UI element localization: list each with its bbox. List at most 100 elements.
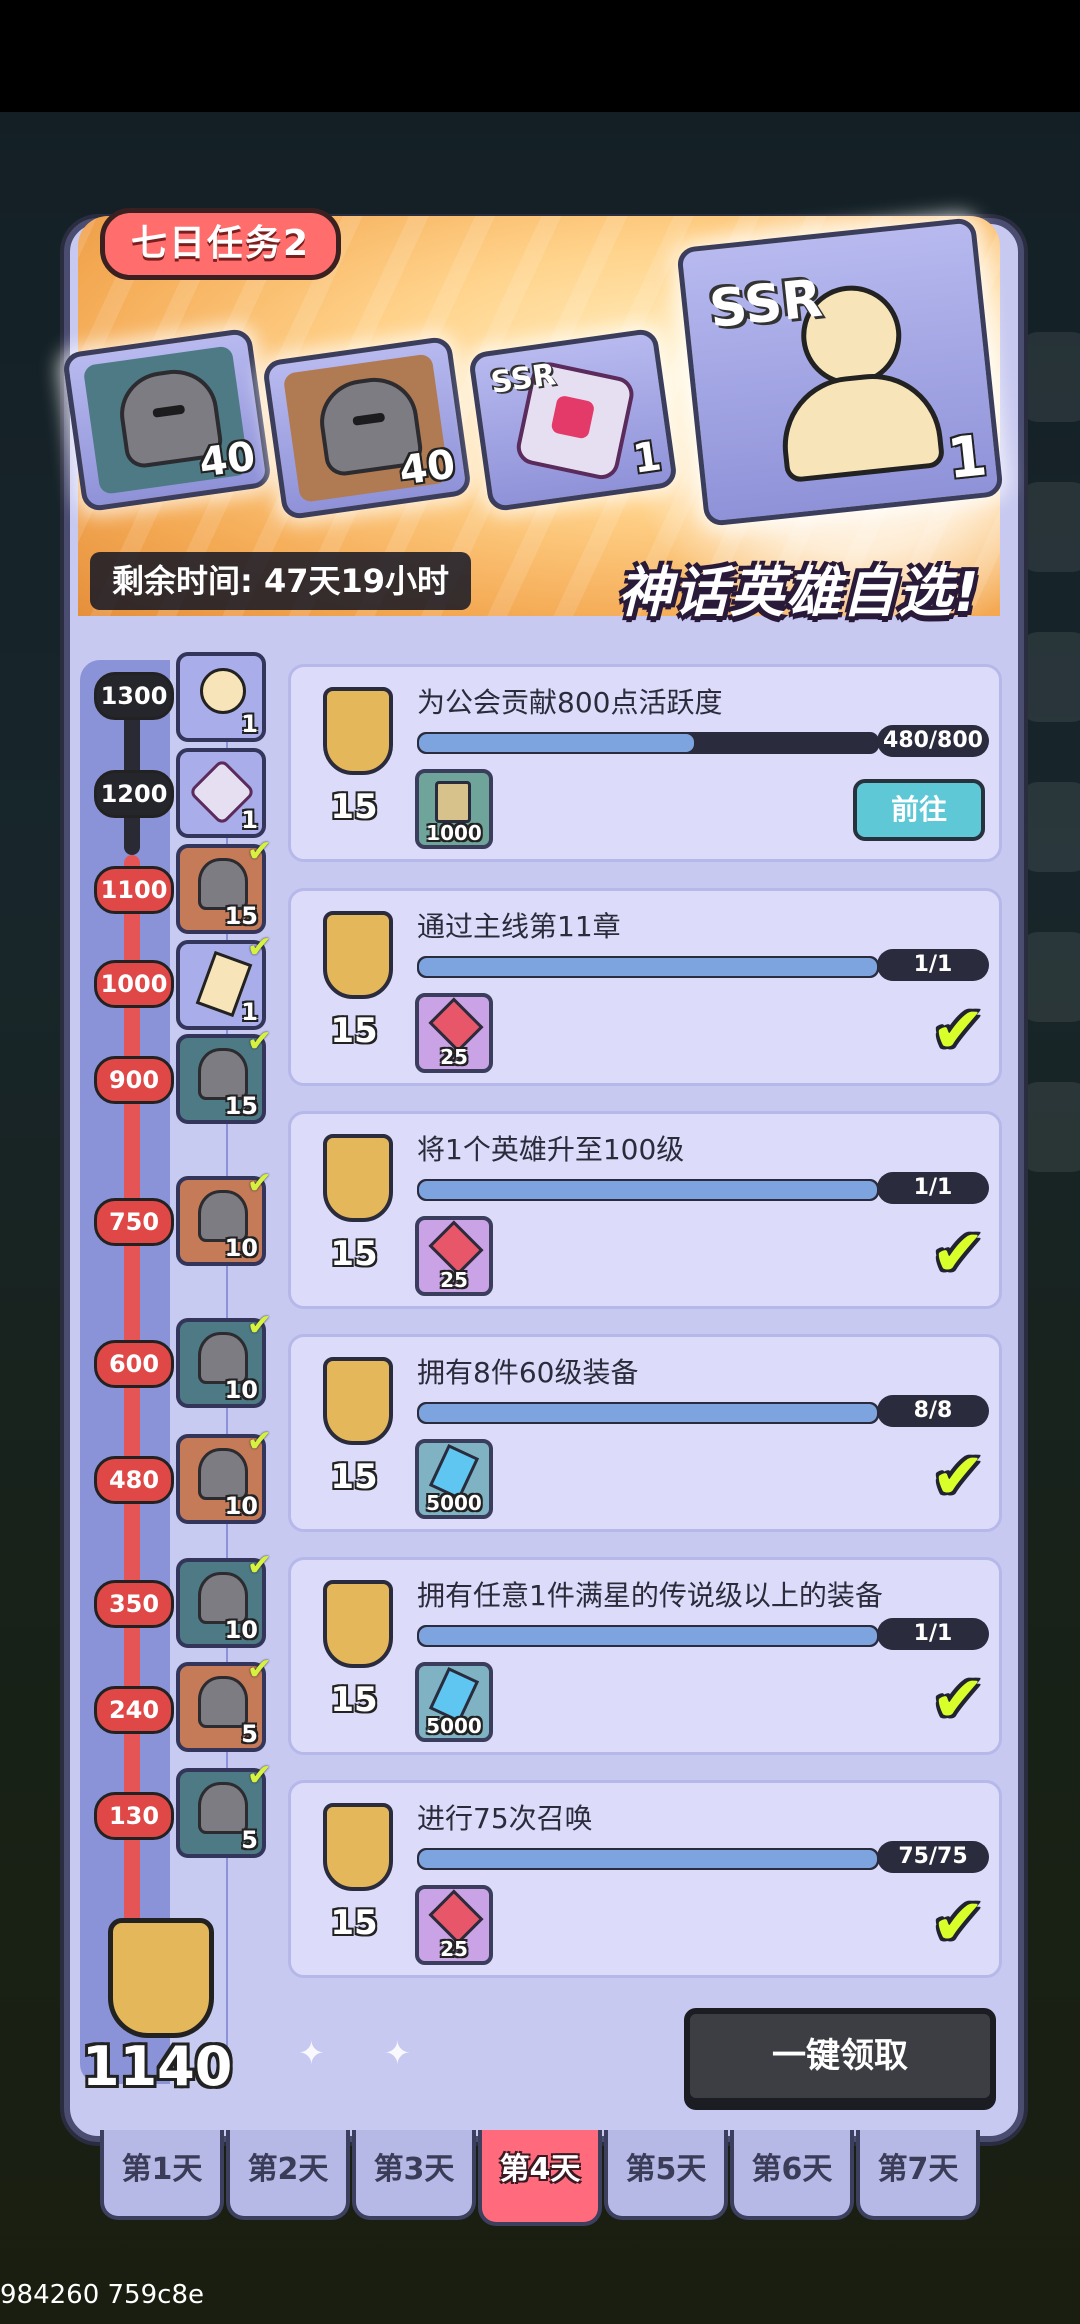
completed-check-icon: ✔ (931, 994, 985, 1068)
mythic-hero-select-slogan: 神话英雄自选! (618, 561, 981, 624)
milestone-reward-240[interactable]: 5 ✔ (176, 1652, 272, 1752)
banner-reward-ssr-dice[interactable]: SSR 1 (467, 327, 679, 513)
task-title: 通过主线第11章 (417, 910, 621, 943)
milestone-label: 1300 (94, 672, 174, 720)
claimed-check-icon: ✔ (246, 1166, 272, 1201)
milestone-reward-130[interactable]: 5 ✔ (176, 1758, 272, 1858)
total-points: 1140 (82, 1918, 232, 2098)
task-points: 15 (309, 901, 399, 1051)
milestone-reward-1100[interactable]: 15 ✔ (176, 834, 272, 934)
task-card: 15 将1个英雄升至100级 1/1 25 ✔ (288, 1111, 1002, 1309)
milestone-reward-900[interactable]: 15 ✔ (176, 1024, 272, 1124)
milestone-label: 1100 (94, 866, 174, 914)
task-card: 15 为公会贡献800点活跃度 480/800 1000 前往 (288, 664, 1002, 862)
task-points: 15 (309, 1347, 399, 1497)
tab-day-3[interactable]: 第3天 (352, 2130, 476, 2220)
task-progress-bar (417, 1402, 879, 1424)
milestone-label: 480 (94, 1456, 174, 1504)
task-reward[interactable]: 25 (415, 993, 493, 1073)
task-progress-count: 1/1 (877, 949, 989, 981)
completed-check-icon: ✔ (931, 1886, 985, 1960)
trophy-icon (323, 1134, 393, 1222)
milestone-label: 350 (94, 1580, 174, 1628)
task-title: 将1个英雄升至100级 (417, 1133, 685, 1166)
task-reward[interactable]: 1000 (415, 769, 493, 849)
trophy-icon (323, 687, 393, 775)
panel-title: 七日任务2 (100, 208, 342, 280)
milestone-reward-1300[interactable]: 1 (176, 652, 266, 742)
milestone-label: 240 (94, 1686, 174, 1734)
milestone-reward-480[interactable]: 10 ✔ (176, 1424, 272, 1524)
trophy-icon (108, 1918, 214, 2038)
banner-reward-gold-helmet[interactable]: 40 (261, 335, 473, 521)
task-progress-count: 480/800 (877, 725, 989, 757)
milestone-reward-1000[interactable]: 1 ✔ (176, 930, 272, 1030)
task-progress-bar (417, 1179, 879, 1201)
claimed-check-icon: ✔ (246, 1424, 272, 1459)
task-progress-bar (417, 1625, 879, 1647)
task-card: 15 通过主线第11章 1/1 25 ✔ (288, 888, 1002, 1086)
milestone-reward-750[interactable]: 10 ✔ (176, 1166, 272, 1266)
task-title: 拥有任意1件满星的传说级以上的装备 (417, 1579, 883, 1612)
task-points: 15 (309, 677, 399, 827)
task-reward[interactable]: 25 (415, 1885, 493, 1965)
task-points: 15 (309, 1124, 399, 1274)
sparkle-icon: ✦ (384, 2034, 411, 2072)
task-title: 为公会贡献800点活跃度 (417, 686, 723, 719)
task-progress-bar (417, 732, 879, 754)
tab-day-2[interactable]: 第2天 (226, 2130, 350, 2220)
task-progress-count: 1/1 (877, 1172, 989, 1204)
task-reward[interactable]: 5000 (415, 1662, 493, 1742)
tab-day-6[interactable]: 第6天 (730, 2130, 854, 2220)
task-progress-count: 1/1 (877, 1618, 989, 1650)
milestone-label: 750 (94, 1198, 174, 1246)
completed-check-icon: ✔ (931, 1663, 985, 1737)
task-card: 15 进行75次召唤 75/75 25 ✔ (288, 1780, 1002, 1978)
trophy-icon (323, 1357, 393, 1445)
task-title: 进行75次召唤 (417, 1802, 593, 1835)
claimed-check-icon: ✔ (246, 834, 272, 869)
task-progress-bar (417, 1848, 879, 1870)
day-tabs: 第1天 第2天 第3天 第4天 第5天 第6天 第7天 (100, 2130, 980, 2226)
tab-day-5[interactable]: 第5天 (604, 2130, 728, 2220)
ssr-hero-select-icon (200, 668, 246, 714)
banner-reward-silver-helmet[interactable]: 40 (61, 327, 273, 513)
task-progress-count: 75/75 (877, 1841, 989, 1873)
milestone-label: 1200 (94, 770, 174, 818)
guild-card-icon (435, 781, 471, 823)
footer-id-text: 984260 759c8e (0, 2280, 204, 2310)
completed-check-icon: ✔ (931, 1217, 985, 1291)
remaining-time: 剩余时间: 47天19小时 (90, 552, 472, 610)
task-card: 15 拥有任意1件满星的传说级以上的装备 1/1 5000 ✔ (288, 1557, 1002, 1755)
claim-all-button[interactable]: 一键领取 (684, 2008, 996, 2104)
task-card: 15 拥有8件60级装备 8/8 5000 ✔ (288, 1334, 1002, 1532)
sparkle-icon: ✦ (298, 2034, 325, 2072)
milestone-label: 600 (94, 1340, 174, 1388)
go-button[interactable]: 前往 (853, 779, 985, 841)
completed-check-icon: ✔ (931, 1440, 985, 1514)
milestone-label: 130 (94, 1792, 174, 1840)
claimed-check-icon: ✔ (246, 1758, 272, 1793)
milestone-reward-350[interactable]: 10 ✔ (176, 1548, 272, 1648)
claimed-check-icon: ✔ (246, 1652, 272, 1687)
tab-day-4[interactable]: 第4天 (478, 2130, 602, 2226)
trophy-icon (323, 1580, 393, 1668)
task-points: 15 (309, 1793, 399, 1943)
trophy-icon (323, 911, 393, 999)
task-reward[interactable]: 5000 (415, 1439, 493, 1519)
trophy-icon (323, 1803, 393, 1891)
banner-reward-ssr-hero-select[interactable]: SSR 1 (676, 217, 1004, 527)
tab-day-1[interactable]: 第1天 (100, 2130, 224, 2220)
claimed-check-icon: ✔ (246, 1548, 272, 1583)
task-progress-bar (417, 956, 879, 978)
claimed-check-icon: ✔ (246, 930, 272, 965)
task-progress-count: 8/8 (877, 1395, 989, 1427)
milestone-label: 1000 (94, 960, 174, 1008)
milestone-bar-reached (124, 855, 140, 1935)
tab-day-7[interactable]: 第7天 (856, 2130, 980, 2220)
task-title: 拥有8件60级装备 (417, 1356, 639, 1389)
milestone-reward-600[interactable]: 10 ✔ (176, 1308, 272, 1408)
claimed-check-icon: ✔ (246, 1024, 272, 1059)
milestone-reward-1200[interactable]: 1 (176, 748, 266, 838)
task-reward[interactable]: 25 (415, 1216, 493, 1296)
